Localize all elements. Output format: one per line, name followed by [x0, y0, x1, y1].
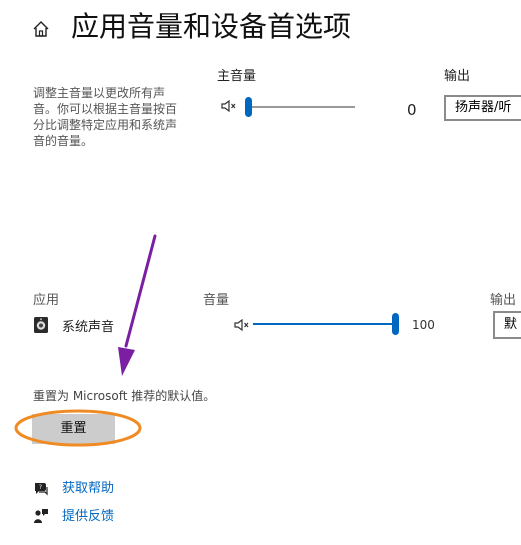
output-column-label: 输出: [490, 293, 517, 308]
output-label: 输出: [444, 69, 471, 84]
app-output-dropdown[interactable]: 默: [493, 311, 521, 339]
app-name-system-sounds: 系统声音: [62, 320, 115, 335]
app-volume-slider-track[interactable]: [253, 323, 398, 325]
app-volume-slider-thumb[interactable]: [392, 313, 399, 335]
speaker-muted-icon[interactable]: [221, 100, 237, 112]
app-column-label: 应用: [33, 293, 60, 308]
master-volume-slider-thumb[interactable]: [245, 97, 252, 117]
get-help-link[interactable]: 获取帮助: [62, 480, 114, 498]
feedback-link[interactable]: 提供反馈: [62, 508, 114, 526]
feedback-icon: [34, 509, 48, 523]
page-title: 应用音量和设备首选项: [71, 10, 352, 43]
output-device-dropdown[interactable]: 扬声器/听: [444, 95, 521, 121]
reset-button[interactable]: 重置: [32, 414, 115, 444]
master-volume-value: 0: [407, 101, 417, 119]
speaker-muted-icon[interactable]: [234, 319, 250, 331]
annotation-overlay: [14, 234, 157, 447]
volume-column-label: 音量: [203, 293, 230, 308]
master-volume-slider-track[interactable]: [250, 106, 355, 108]
svg-text:?: ?: [39, 484, 42, 491]
annotation-arrow: [118, 234, 157, 376]
home-icon[interactable]: [32, 20, 50, 38]
app-volume-value: 100: [412, 318, 435, 332]
master-volume-description: 调整主音量以更改所有声 音。你可以根据主音量按百 分比调整特定应用和系统声 音的…: [33, 86, 178, 148]
system-sounds-icon: [34, 317, 48, 333]
help-chat-icon: ?: [35, 483, 48, 496]
reset-description: 重置为 Microsoft 推荐的默认值。: [33, 389, 216, 403]
master-volume-label: 主音量: [217, 69, 257, 84]
